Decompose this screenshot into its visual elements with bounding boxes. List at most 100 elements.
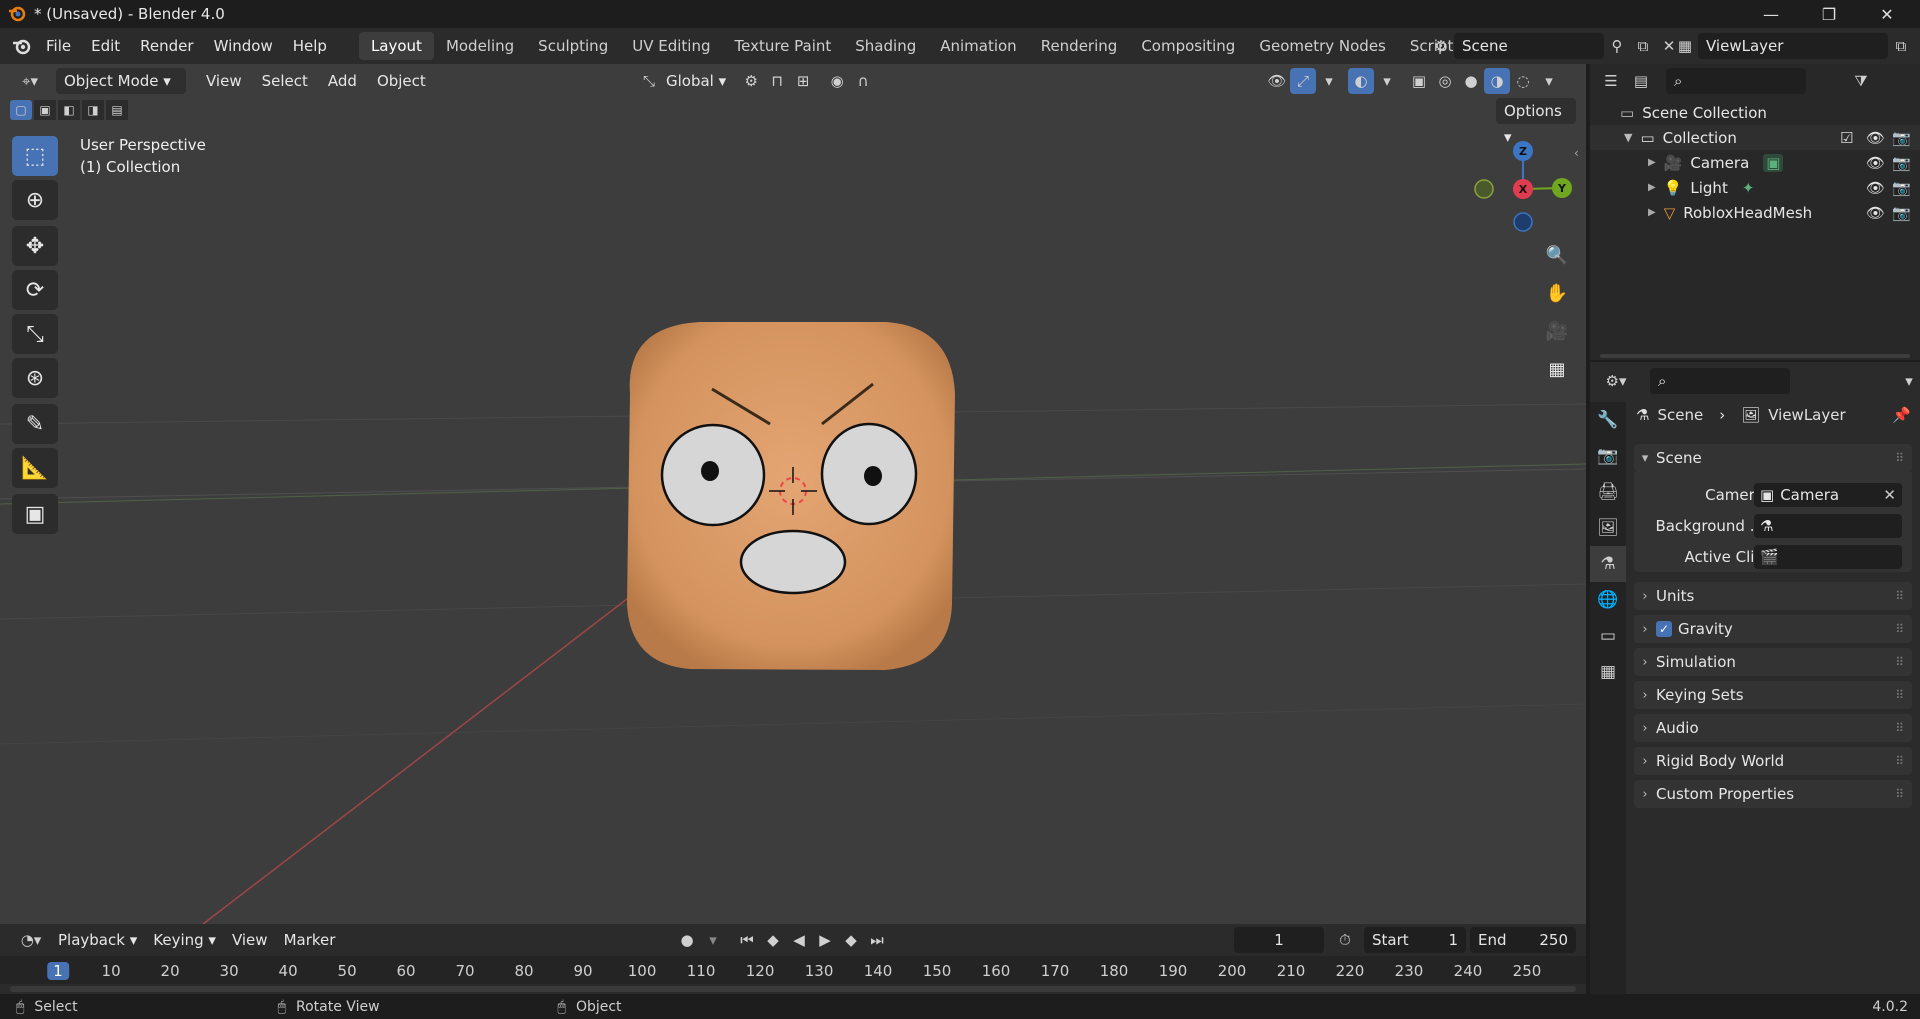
add-cube-tool[interactable]: ▣ xyxy=(12,494,58,534)
zoom-icon[interactable]: 🔍 xyxy=(1542,240,1572,270)
options-dropdown[interactable]: Options ▾ xyxy=(1496,98,1576,146)
background-property-field[interactable]: ⚗ xyxy=(1754,514,1902,538)
pin-icon[interactable]: ⚲ xyxy=(1604,33,1630,59)
auto-keying-icon[interactable]: ● xyxy=(674,927,700,953)
use-preview-range-icon[interactable]: ⏱ xyxy=(1332,927,1358,953)
keying-sets-grip-icon[interactable]: ⠿ xyxy=(1895,688,1904,702)
proportional-editing-icon[interactable]: ◉ xyxy=(824,68,850,94)
camera-view-icon[interactable]: 🎥 xyxy=(1542,316,1572,346)
visibility-icon[interactable]: 👁 xyxy=(1264,68,1290,94)
new-view-layer-icon[interactable]: ⧉ xyxy=(1888,33,1914,59)
navigation-gizmo[interactable]: Z X Y xyxy=(1468,134,1578,244)
shading-dropdown-icon[interactable]: ▾ xyxy=(1536,68,1562,94)
annotate-tool[interactable]: ✎ xyxy=(12,404,58,444)
tab-geometry-nodes[interactable]: Geometry Nodes xyxy=(1247,32,1398,60)
tab-sculpting[interactable]: Sculpting xyxy=(526,32,620,60)
play-icon[interactable]: ▶ xyxy=(812,927,838,953)
keying-menu[interactable]: Keying ▾ xyxy=(145,927,224,953)
wireframe-shading-icon[interactable]: ◎ xyxy=(1432,68,1458,94)
menu-edit[interactable]: Edit xyxy=(81,32,130,60)
keying-sets-panel[interactable]: › Keying Sets ⠿ xyxy=(1634,681,1912,709)
world-tab-icon[interactable]: 🌐 xyxy=(1590,582,1626,618)
viewport-menu-select[interactable]: Select xyxy=(254,68,316,94)
menu-window[interactable]: Window xyxy=(204,32,283,60)
outliner-editor-type-icon[interactable]: ☰ xyxy=(1598,68,1624,94)
tab-animation[interactable]: Animation xyxy=(928,32,1028,60)
panel-grip-icon[interactable]: ⠿ xyxy=(1895,451,1904,465)
view-layer-selector-icon[interactable]: ▦ xyxy=(1672,33,1698,59)
viewport-menu-view[interactable]: View xyxy=(198,68,250,94)
gizmo-dropdown-icon[interactable]: ▾ xyxy=(1316,68,1342,94)
falloff-icon[interactable]: ∩ xyxy=(850,68,876,94)
menu-file[interactable]: File xyxy=(36,32,81,60)
display-mode-icon[interactable]: ▤ xyxy=(1628,68,1654,94)
tool-tab-icon[interactable]: 🔧 xyxy=(1590,402,1626,438)
tab-texture-paint[interactable]: Texture Paint xyxy=(722,32,843,60)
menu-help[interactable]: Help xyxy=(283,32,337,60)
mesh-render-icon[interactable]: 📷 xyxy=(1892,204,1911,222)
transform-orientation-icon[interactable]: ⤡ xyxy=(636,68,662,94)
maximize-button[interactable]: ❐ xyxy=(1800,0,1858,28)
start-frame-field[interactable]: Start 1 xyxy=(1364,927,1466,953)
collection-tab-icon[interactable]: ▭ xyxy=(1590,618,1626,654)
audio-panel[interactable]: › Audio ⠿ xyxy=(1634,714,1912,742)
snap-target-icon[interactable]: ⊞ xyxy=(790,68,816,94)
expand-light-icon[interactable]: ▶ xyxy=(1648,182,1656,193)
clear-camera-icon[interactable]: ✕ xyxy=(1883,486,1896,504)
move-tool[interactable]: ✥ xyxy=(12,226,58,266)
properties-search-input[interactable]: ⌕ xyxy=(1650,368,1790,394)
output-tab-icon[interactable]: 🖨 xyxy=(1590,474,1626,510)
marker-menu[interactable]: Marker xyxy=(276,927,344,953)
xray-toggle-icon[interactable]: ▣ xyxy=(1406,68,1432,94)
current-frame-field[interactable]: 1 xyxy=(1234,927,1324,953)
rendered-shading-icon[interactable]: ◌ xyxy=(1510,68,1536,94)
tab-layout[interactable]: Layout xyxy=(358,32,434,60)
custom-properties-grip-icon[interactable]: ⠿ xyxy=(1895,787,1904,801)
audio-grip-icon[interactable]: ⠿ xyxy=(1895,721,1904,735)
simulation-grip-icon[interactable]: ⠿ xyxy=(1895,655,1904,669)
scene-name-field[interactable]: Scene xyxy=(1454,33,1604,59)
viewport-menu-add[interactable]: Add xyxy=(320,68,365,94)
editor-type-icon[interactable]: ⌖▾ xyxy=(10,68,50,94)
outliner-item-roblox-head-mesh[interactable]: ▶ ▽ RobloxHeadMesh 👁 📷 xyxy=(1590,200,1920,225)
outliner-collection[interactable]: ▼ ▭ Collection ☑ 👁 📷 xyxy=(1590,125,1920,150)
jump-to-keyframe-next-icon[interactable]: ◆ xyxy=(838,927,864,953)
close-button[interactable]: ✕ xyxy=(1858,0,1916,28)
end-frame-field[interactable]: End 250 xyxy=(1470,927,1576,953)
rigid-body-world-panel[interactable]: › Rigid Body World ⠿ xyxy=(1634,747,1912,775)
expand-camera-icon[interactable]: ▶ xyxy=(1648,157,1656,168)
light-visibility-icon[interactable]: 👁 xyxy=(1866,179,1885,197)
view-layer-tab-icon[interactable]: 🖼 xyxy=(1590,510,1626,546)
menu-render[interactable]: Render xyxy=(130,32,203,60)
snap-icon[interactable]: ⊓ xyxy=(764,68,790,94)
camera-visibility-icon[interactable]: 👁 xyxy=(1866,154,1885,172)
collection-visibility-icon[interactable]: 👁 xyxy=(1866,129,1885,147)
properties-editor-type-icon[interactable]: ⚙▾ xyxy=(1598,368,1634,394)
timeline-view-menu[interactable]: View xyxy=(224,927,276,953)
measure-tool[interactable]: 📐 xyxy=(12,448,58,488)
timeline-scrollbar[interactable] xyxy=(10,986,1576,992)
select-extend-icon[interactable]: ▣ xyxy=(34,100,56,120)
properties-options-icon[interactable]: ▾ xyxy=(1896,368,1920,394)
mesh-visibility-icon[interactable]: 👁 xyxy=(1866,204,1885,222)
orthographic-toggle-icon[interactable]: ▦ xyxy=(1542,354,1572,384)
scene-panel-header[interactable]: ▾ Scene ⠿ xyxy=(1634,444,1912,472)
gravity-checkbox[interactable]: ✓ xyxy=(1656,621,1672,637)
outliner-search-input[interactable]: ⌕ xyxy=(1666,68,1806,94)
cursor-tool[interactable]: ⊕ xyxy=(12,180,58,220)
tab-compositing[interactable]: Compositing xyxy=(1129,32,1247,60)
select-new-icon[interactable]: ▢ xyxy=(10,100,32,120)
blender-menu-icon[interactable] xyxy=(8,33,36,59)
camera-render-icon[interactable]: 📷 xyxy=(1892,154,1911,172)
rotate-tool[interactable]: ⟳ xyxy=(12,270,58,310)
collection-checkbox[interactable]: ☑ xyxy=(1840,129,1853,147)
gizmo-toggle-icon[interactable]: ⤢ xyxy=(1290,68,1316,94)
solid-shading-icon[interactable]: ● xyxy=(1458,68,1484,94)
outliner-item-camera[interactable]: ▶ 🎥 Camera ▣ 👁 📷 xyxy=(1590,150,1920,175)
frame-ruler[interactable]: 1 10 20 30 40 50 60 70 80 90 100 110 120 130 140 150 160… xyxy=(0,956,1586,984)
sidebar-toggle-icon[interactable]: ‹ xyxy=(1574,146,1579,160)
scene-tab-icon[interactable]: ⚗ xyxy=(1590,546,1626,582)
object-mode-dropdown[interactable]: Object Mode ▾ xyxy=(56,68,186,94)
outliner-scrollbar[interactable] xyxy=(1600,354,1910,358)
render-tab-icon[interactable]: 📷 xyxy=(1590,438,1626,474)
